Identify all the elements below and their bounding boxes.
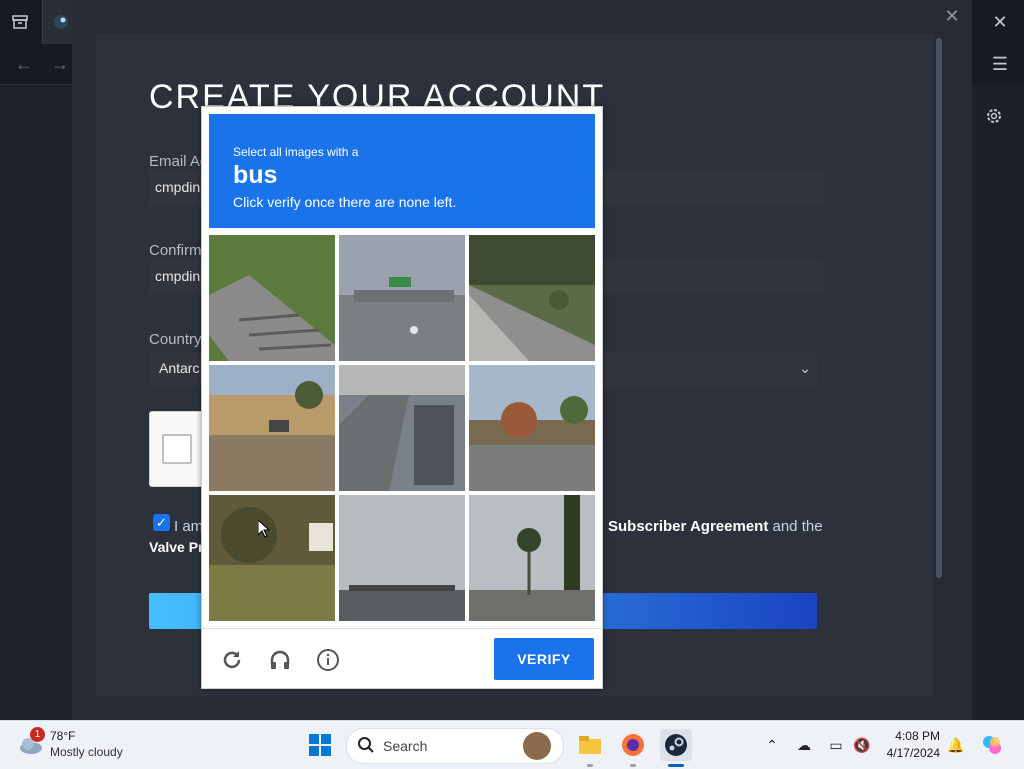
steam-icon <box>665 734 687 756</box>
reload-icon[interactable] <box>219 647 245 673</box>
checkmark-icon: ✓ <box>156 514 167 530</box>
weather-desc: Mostly cloudy <box>50 745 123 759</box>
arrow-left-icon: ← <box>15 53 33 74</box>
close-icon: ✕ <box>992 11 1008 32</box>
taskbar-search[interactable]: Search <box>346 728 564 764</box>
menu-button[interactable]: ☰ <box>980 44 1020 84</box>
hamburger-icon: ☰ <box>991 53 1009 74</box>
bell-icon[interactable]: 🔔 <box>946 735 966 755</box>
steam-indicator <box>668 764 684 767</box>
tile-roadside-trees[interactable] <box>469 365 595 491</box>
search-placeholder: Search <box>383 738 428 754</box>
email-label: Email Ac <box>149 153 208 170</box>
challenge-instruction: Select all images with a <box>233 145 359 159</box>
back-button[interactable]: ← <box>4 44 44 84</box>
volume-muted-icon[interactable]: 🔇 <box>852 735 872 755</box>
challenge-grid <box>209 235 595 621</box>
file-explorer-app[interactable] <box>574 729 606 761</box>
recaptcha-checkbox[interactable] <box>162 434 192 464</box>
settings-button[interactable] <box>974 96 1014 136</box>
arrow-right-icon: → <box>51 53 69 74</box>
steam-tab-icon <box>54 15 68 29</box>
agree-checkbox[interactable]: ✓ <box>153 514 170 531</box>
client-close-button[interactable]: ✕ <box>980 2 1020 42</box>
headphones-icon[interactable] <box>267 647 293 673</box>
challenge-header: Select all images with a bus Click verif… <box>209 114 595 228</box>
firefox-app[interactable] <box>617 729 649 761</box>
email-value: cmpdin <box>155 179 201 195</box>
verify-button[interactable]: VERIFY <box>494 638 594 680</box>
close-icon: ✕ <box>944 5 960 26</box>
file-explorer-indicator <box>587 764 593 767</box>
firefox-indicator <box>630 764 636 767</box>
steam-app[interactable] <box>660 729 692 761</box>
chevron-up-icon[interactable]: ⌃ <box>762 735 782 755</box>
country-label: Country <box>149 331 202 348</box>
challenge-subtext: Click verify once there are none left. <box>233 194 457 210</box>
confirm-email-value: cmpdin <box>155 268 201 284</box>
tile-sidewalk[interactable] <box>469 235 595 361</box>
display-icon[interactable]: ▭ <box>826 735 846 755</box>
mouse-cursor-icon <box>258 520 270 538</box>
dialog-close-button[interactable]: ✕ <box>940 4 964 28</box>
challenge-target: bus <box>233 161 278 189</box>
search-icon <box>358 737 374 753</box>
tile-parked-motorcycles[interactable] <box>339 365 465 491</box>
agree-text: I am <box>174 518 204 535</box>
archive-icon[interactable] <box>0 2 40 42</box>
agree-suffix: and the <box>772 518 823 535</box>
subscriber-agreement-link[interactable]: Subscriber Agreement <box>608 518 768 535</box>
tile-street-houses[interactable] <box>209 365 335 491</box>
search-highlight-icon <box>523 732 551 760</box>
tile-palm-trees[interactable] <box>469 495 595 621</box>
tile-cloudy-lot[interactable] <box>339 495 465 621</box>
firefox-icon <box>622 734 644 756</box>
taskbar: 1 78°F Mostly cloudy Search ⌃ ☁ ▭ 🔇 4:08… <box>0 720 1024 769</box>
tile-hedge-sign[interactable] <box>209 495 335 621</box>
gear-icon <box>987 109 1001 123</box>
country-value: Antarc <box>159 360 200 376</box>
right-panel <box>972 84 1024 720</box>
tile-steps[interactable] <box>209 235 335 361</box>
chevron-down-icon: ⌄ <box>799 360 811 376</box>
agree-text-continued: Subscriber Agreement and the <box>608 518 823 535</box>
folder-icon <box>579 736 601 754</box>
windows-start-icon[interactable] <box>308 733 332 757</box>
confirm-email-label: Confirm <box>149 242 202 259</box>
info-icon[interactable] <box>315 647 341 673</box>
privacy-policy-link[interactable]: Valve Pr <box>149 539 204 555</box>
copilot-icon[interactable] <box>980 735 1004 755</box>
weather-temp: 78°F <box>50 729 76 743</box>
dialog-scrollbar[interactable] <box>936 38 942 578</box>
recaptcha-challenge: Select all images with a bus Click verif… <box>201 106 603 689</box>
clock-time[interactable]: 4:08 PM <box>888 729 940 743</box>
clock-date[interactable]: 4/17/2024 <box>880 746 940 760</box>
challenge-footer: VERIFY <box>202 628 602 689</box>
cloud-offline-icon[interactable]: ☁ <box>794 735 814 755</box>
tile-highway-overpass[interactable] <box>339 235 465 361</box>
browser-tab[interactable] <box>42 0 73 44</box>
weather-notification-badge: 1 <box>30 727 45 742</box>
